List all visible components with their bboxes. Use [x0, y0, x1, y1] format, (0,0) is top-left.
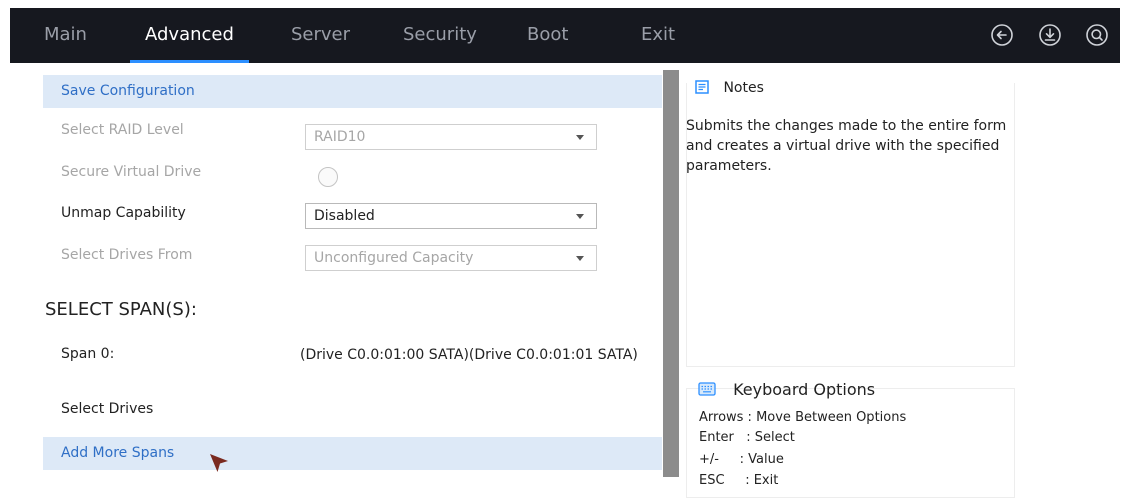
- raid-level-select[interactable]: RAID10: [305, 124, 597, 150]
- select-drives-button[interactable]: Select Drives: [61, 401, 153, 417]
- keyboard-option-line: +/- : Value: [699, 452, 784, 467]
- tab-server[interactable]: Server: [291, 8, 350, 63]
- keyboard-options-title: Keyboard Options: [733, 380, 876, 399]
- help-panel: Notes Submits the changes made to the en…: [680, 63, 1131, 498]
- tab-security[interactable]: Security: [403, 8, 477, 63]
- span-0-value: (Drive C0.0:01:00 SATA)(Drive C0.0:01:01…: [300, 347, 638, 363]
- back-arrow-icon[interactable]: [990, 23, 1014, 47]
- select-drives-from-label: Select Drives From: [61, 247, 193, 263]
- tab-main[interactable]: Main: [44, 8, 87, 63]
- unmap-capability-value: Disabled: [314, 208, 375, 224]
- span-0-label: Span 0:: [61, 346, 115, 362]
- add-more-spans-button[interactable]: Add More Spans: [43, 437, 662, 470]
- tab-boot[interactable]: Boot: [527, 8, 568, 63]
- keyboard-icon: [698, 382, 716, 396]
- search-icon[interactable]: [1085, 23, 1109, 47]
- select-spans-heading: SELECT SPAN(S):: [45, 299, 197, 320]
- keyboard-options-header: Keyboard Options: [698, 380, 875, 399]
- tab-advanced[interactable]: Advanced: [130, 8, 249, 63]
- top-nav-bar: Main Advanced Server Security Boot Exit: [10, 8, 1120, 63]
- raid-level-value: RAID10: [314, 129, 366, 145]
- chevron-down-icon: [576, 135, 584, 140]
- scrollbar[interactable]: [663, 70, 679, 477]
- tab-exit[interactable]: Exit: [641, 8, 675, 63]
- keyboard-option-line: Enter : Select: [699, 430, 795, 445]
- notes-header: Notes: [695, 80, 764, 96]
- unmap-capability-select[interactable]: Disabled: [305, 203, 597, 229]
- secure-virtual-drive-label: Secure Virtual Drive: [61, 164, 202, 180]
- save-download-icon[interactable]: [1038, 23, 1062, 47]
- chevron-down-icon: [576, 214, 584, 219]
- select-drives-from-value: Unconfigured Capacity: [314, 250, 474, 266]
- configuration-form: Save Configuration Select RAID Level RAI…: [35, 63, 662, 477]
- mouse-cursor-icon: [210, 454, 228, 472]
- notes-title: Notes: [723, 80, 764, 96]
- keyboard-option-line: ESC : Exit: [699, 473, 779, 488]
- notes-icon: [695, 80, 709, 94]
- chevron-down-icon: [576, 256, 584, 261]
- notes-text: Submits the changes made to the entire f…: [686, 118, 1007, 174]
- select-drives-from-select[interactable]: Unconfigured Capacity: [305, 245, 597, 271]
- secure-virtual-drive-radio[interactable]: [318, 167, 338, 187]
- save-configuration-button[interactable]: Save Configuration: [43, 75, 662, 108]
- keyboard-option-line: Arrows : Move Between Options: [699, 410, 907, 425]
- unmap-capability-label: Unmap Capability: [61, 205, 186, 221]
- raid-level-label: Select RAID Level: [61, 122, 184, 138]
